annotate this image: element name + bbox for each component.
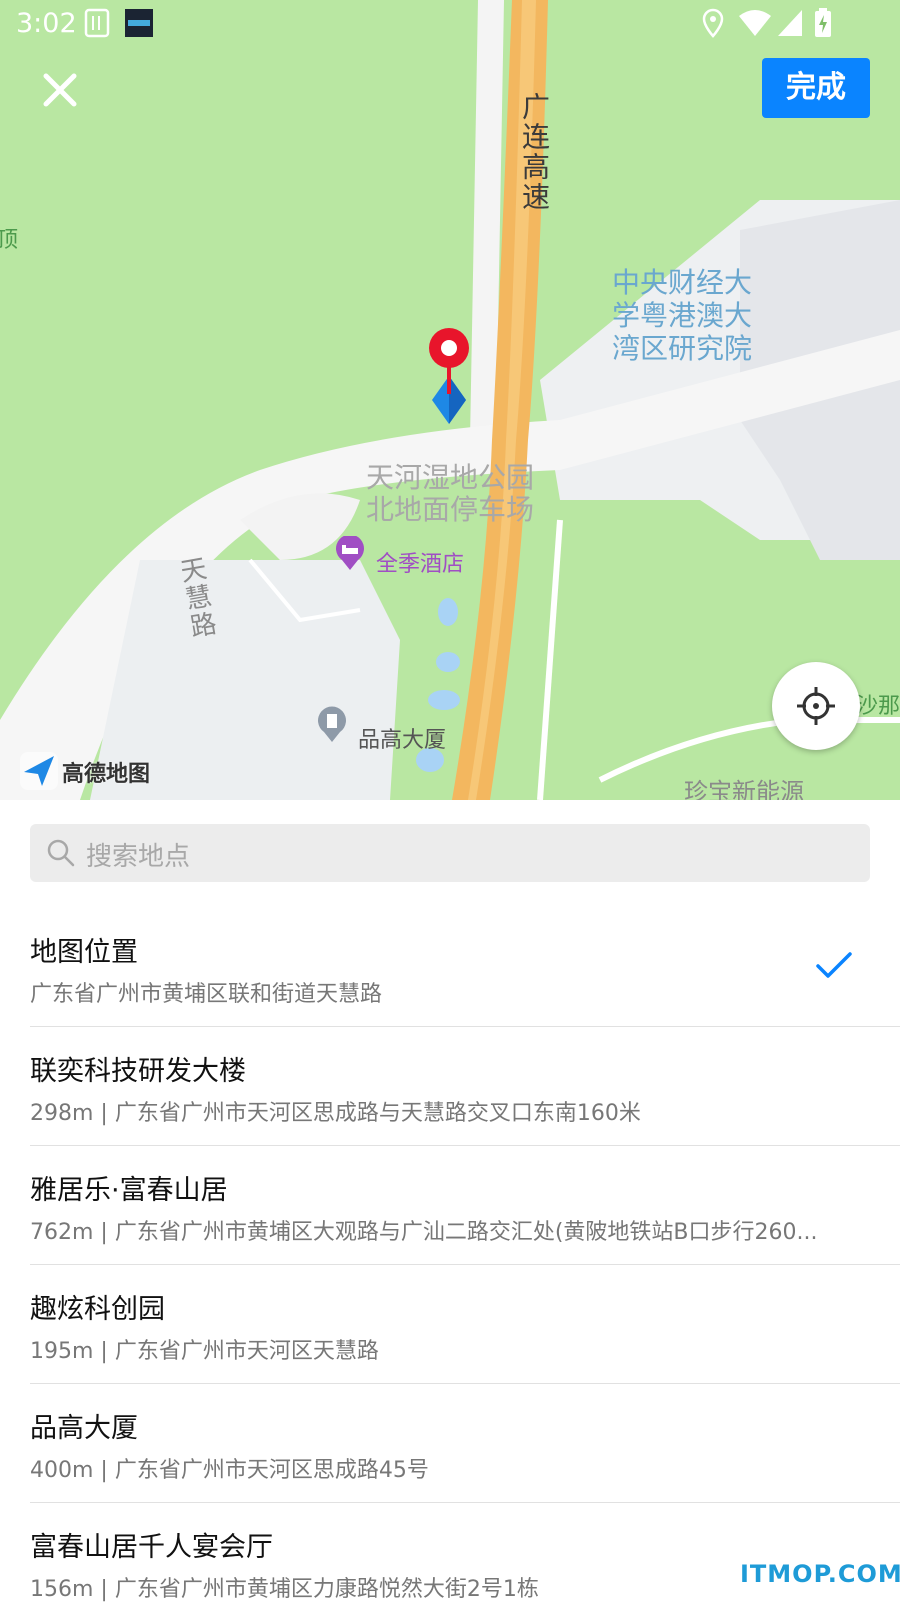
list-item[interactable]: 联奕科技研发大楼 298m | 广东省广州市天河区思成路与天慧路交叉口东南160… xyxy=(30,1027,900,1146)
item-subtitle: 400m | 广东省广州市天河区思成路45号 xyxy=(30,1458,429,1483)
park-label-line2: 北地面停车场 xyxy=(366,493,535,526)
park-label-line1: 天河湿地公园 xyxy=(366,461,535,494)
search-placeholder: 搜索地点 xyxy=(86,842,191,872)
map-pin-icon[interactable] xyxy=(424,328,474,428)
status-bar: 3:02 xyxy=(0,0,900,48)
list-item[interactable]: 雅居乐·富春山居 762m | 广东省广州市黄埔区大观路与广汕二路交汇处(黄陂地… xyxy=(30,1146,900,1265)
building-icon[interactable] xyxy=(316,706,348,748)
park-label[interactable]: 天河湿地公园 北地面停车场 xyxy=(366,462,534,526)
road-name-label: 广连高速 xyxy=(518,92,551,212)
item-title: 趣炫科创园 xyxy=(30,1294,165,1325)
locate-button[interactable] xyxy=(772,662,860,750)
building-label[interactable]: 品高大厦 xyxy=(358,722,446,754)
item-subtitle: 195m | 广东省广州市天河区天慧路 xyxy=(30,1339,379,1364)
close-icon[interactable] xyxy=(34,64,86,116)
sim-card-icon xyxy=(84,8,110,42)
institute-label[interactable]: 中央财经大学粤港澳大湾区研究院 xyxy=(612,266,774,365)
location-icon xyxy=(702,8,724,42)
map-brand: 高德地图 xyxy=(20,752,150,792)
list-item[interactable]: 趣炫科创园 195m | 广东省广州市天河区天慧路 xyxy=(30,1265,900,1384)
hotel-label[interactable]: 全季酒店 xyxy=(376,546,464,578)
list-item[interactable]: 品高大厦 400m | 广东省广州市天河区思成路45号 xyxy=(30,1384,900,1503)
item-title: 地图位置 xyxy=(30,937,138,968)
screen-thumbnail-icon xyxy=(124,8,154,42)
brand-name: 高德地图 xyxy=(62,762,151,787)
item-title: 富春山居千人宴会厅 xyxy=(30,1532,273,1563)
list-item[interactable]: 地图位置 广东省广州市黄埔区联和街道天慧路 xyxy=(30,908,900,1027)
close-button[interactable] xyxy=(34,64,86,116)
watermark: ITMOP.COM xyxy=(740,1560,900,1588)
item-title: 雅居乐·富春山居 xyxy=(30,1175,228,1206)
result-list: 地图位置 广东省广州市黄埔区联和街道天慧路 联奕科技研发大楼 298m | 广东… xyxy=(0,908,900,1621)
crosshair-icon[interactable] xyxy=(796,686,836,726)
amap-logo-icon xyxy=(20,752,58,790)
edge-left-label: 顶 xyxy=(0,228,19,253)
bottom-edge-label: 珍宝新能源 xyxy=(684,778,804,800)
item-subtitle: 762m | 广东省广州市黄埔区大观路与广汕二路交汇处(黄陂地铁站B口步行260… xyxy=(30,1220,818,1245)
item-subtitle: 广东省广州市黄埔区联和街道天慧路 xyxy=(30,982,383,1007)
signal-icon xyxy=(776,8,804,42)
status-time: 3:02 xyxy=(16,8,77,39)
item-subtitle: 156m | 广东省广州市黄埔区力康路悦然大街2号1栋 xyxy=(30,1577,539,1602)
search-icon xyxy=(47,839,75,867)
hotel-icon[interactable] xyxy=(334,534,366,576)
item-title: 联奕科技研发大楼 xyxy=(30,1056,246,1087)
check-icon xyxy=(816,952,852,978)
battery-charging-icon xyxy=(814,8,832,42)
done-button[interactable]: 完成 xyxy=(762,58,870,118)
edge-right-label: 沙那 xyxy=(856,694,900,719)
wifi-icon xyxy=(738,8,772,42)
map-view[interactable]: 3:02 完成 广连高速 中央财经大学粤港澳大湾区研究院 天河湿地公园 北地面停… xyxy=(0,0,900,800)
item-title: 品高大厦 xyxy=(30,1413,138,1444)
search-input[interactable]: 搜索地点 xyxy=(30,824,870,882)
item-subtitle: 298m | 广东省广州市天河区思成路与天慧路交叉口东南160米 xyxy=(30,1101,641,1126)
